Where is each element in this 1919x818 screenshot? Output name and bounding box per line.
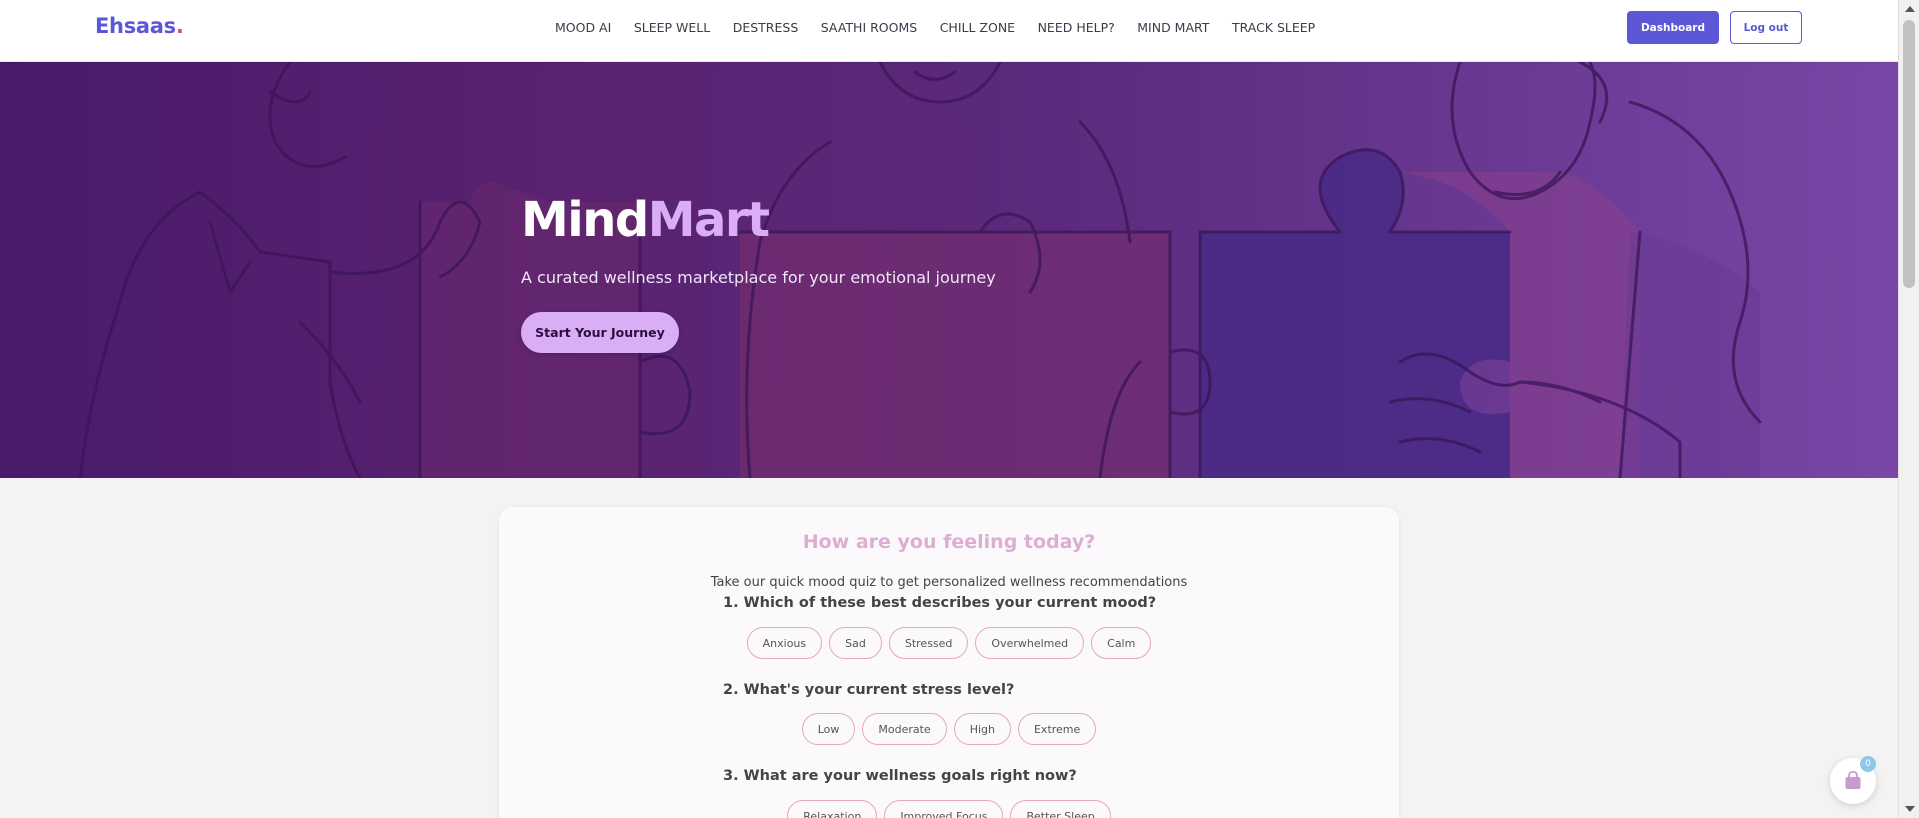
cart-count-badge: 0 xyxy=(1860,756,1876,772)
logout-button[interactable]: Log out xyxy=(1730,11,1802,44)
option-calm[interactable]: Calm xyxy=(1091,627,1152,659)
dashboard-button[interactable]: Dashboard xyxy=(1627,11,1719,44)
hero-subtitle: A curated wellness marketplace for your … xyxy=(521,268,996,287)
scroll-down-arrow-icon[interactable] xyxy=(1905,806,1915,812)
question-2-options: Low Moderate High Extreme xyxy=(499,713,1399,745)
nav-links: MOOD AI SLEEP WELL DESTRESS SAATHI ROOMS… xyxy=(555,20,1338,35)
nav-link-mind-mart[interactable]: MIND MART xyxy=(1137,20,1209,35)
option-high[interactable]: High xyxy=(953,713,1011,745)
nav-link-saathi-rooms[interactable]: SAATHI ROOMS xyxy=(821,20,917,35)
brand-name: Ehsaas xyxy=(95,14,176,38)
hero-title: MindMart xyxy=(521,192,770,248)
option-better-sleep[interactable]: Better Sleep xyxy=(1010,800,1111,818)
question-1-options: Anxious Sad Stressed Overwhelmed Calm xyxy=(499,627,1399,659)
option-extreme[interactable]: Extreme xyxy=(1017,713,1097,745)
hero-banner: MindMart A curated wellness marketplace … xyxy=(0,62,1898,478)
brand-logo[interactable]: Ehsaas. xyxy=(95,14,184,38)
option-low[interactable]: Low xyxy=(801,713,856,745)
question-3-options: Relaxation Improved Focus Better Sleep xyxy=(499,800,1399,818)
option-sad[interactable]: Sad xyxy=(829,627,882,659)
page-scrollbar[interactable] xyxy=(1898,0,1919,818)
option-anxious[interactable]: Anxious xyxy=(746,627,823,659)
brand-dot: . xyxy=(175,14,184,38)
option-stressed[interactable]: Stressed xyxy=(888,627,969,659)
nav-link-need-help[interactable]: NEED HELP? xyxy=(1038,20,1115,35)
top-navbar: Ehsaas. MOOD AI SLEEP WELL DESTRESS SAAT… xyxy=(0,0,1898,62)
question-2: 2. What's your current stress level? xyxy=(723,682,1015,698)
nav-link-sleep-well[interactable]: SLEEP WELL xyxy=(634,20,710,35)
start-journey-button[interactable]: Start Your Journey xyxy=(521,312,679,353)
nav-link-chill-zone[interactable]: CHILL ZONE xyxy=(940,20,1015,35)
mood-quiz-card: How are you feeling today? Take our quic… xyxy=(499,507,1399,818)
scrollbar-thumb[interactable] xyxy=(1903,20,1915,288)
question-3: 3. What are your wellness goals right no… xyxy=(723,768,1077,784)
nav-link-destress[interactable]: DESTRESS xyxy=(733,20,799,35)
option-moderate[interactable]: Moderate xyxy=(862,713,947,745)
option-improved-focus[interactable]: Improved Focus xyxy=(884,800,1004,818)
question-1: 1. Which of these best describes your cu… xyxy=(723,595,1157,611)
cart-button[interactable]: 0 xyxy=(1830,756,1876,804)
scroll-up-arrow-icon[interactable] xyxy=(1905,6,1915,12)
quiz-subtitle: Take our quick mood quiz to get personal… xyxy=(710,575,1188,590)
hero-title-main: Mind xyxy=(521,192,649,248)
shopping-bag-icon xyxy=(1845,771,1861,789)
nav-link-mood-ai[interactable]: MOOD AI xyxy=(555,20,611,35)
option-relaxation[interactable]: Relaxation xyxy=(787,800,878,818)
hero-title-accent: Mart xyxy=(647,192,770,248)
option-overwhelmed[interactable]: Overwhelmed xyxy=(975,627,1085,659)
quiz-title: How are you feeling today? xyxy=(802,531,1096,553)
nav-link-track-sleep[interactable]: TRACK SLEEP xyxy=(1232,20,1315,35)
